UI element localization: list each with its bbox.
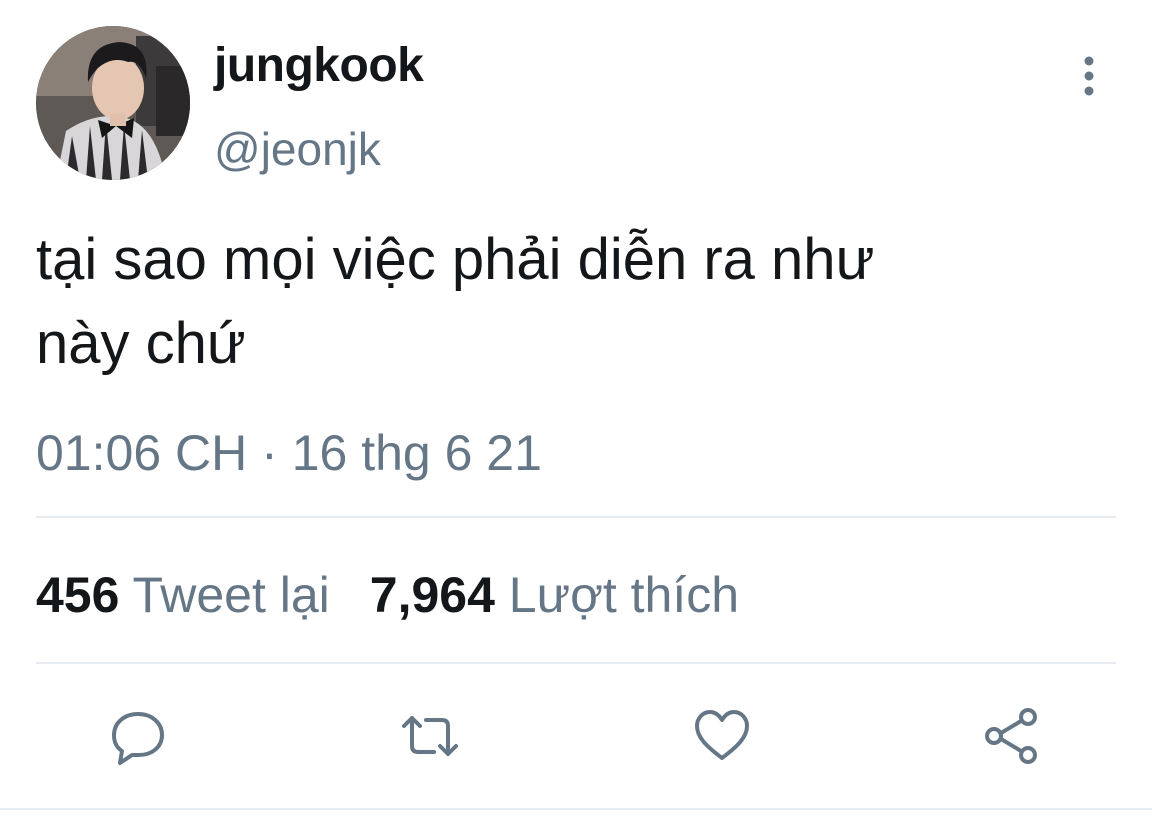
retweet-button[interactable] [400,706,460,766]
retweets-stat[interactable]: 456 Tweet lại [36,567,330,623]
divider [36,662,1116,664]
likes-count: 7,964 [369,567,495,623]
likes-label: Lượt thích [508,567,740,623]
tweet-text-line-2: này chứ [36,311,246,376]
tweet-time: 01:06 CH [36,425,248,481]
reply-button[interactable] [108,706,168,766]
share-button[interactable] [982,706,1042,766]
tweet-text: tại sao mọi việc phải diễn ra như này ch… [36,218,1106,386]
avatar-image [36,26,190,180]
display-name[interactable]: jungkook [214,38,424,93]
avatar[interactable] [36,26,190,180]
vertical-ellipsis-icon [1084,56,1094,96]
more-options-button[interactable] [1068,52,1110,102]
tweet-stats: 456 Tweet lại 7,964 Lượt thích [36,566,739,624]
retweets-label: Tweet lại [132,567,330,623]
speech-bubble-icon [112,712,164,765]
timestamp-separator: · [261,425,278,481]
user-handle[interactable]: @jeonjk [214,122,381,176]
divider [36,516,1116,518]
retweet-arrows-icon [402,716,458,756]
tweet-text-line-1: tại sao mọi việc phải diễn ra như [36,227,875,292]
tweet-timestamp[interactable]: 01:06 CH · 16 thg 6 21 [36,424,542,482]
share-nodes-icon [985,708,1037,764]
tweet-date: 16 thg 6 21 [291,425,542,481]
like-button[interactable] [692,706,752,766]
retweets-count: 456 [36,567,120,623]
heart-icon [695,710,749,760]
bottom-divider [0,808,1152,810]
likes-stat[interactable]: 7,964 Lượt thích [370,567,739,623]
